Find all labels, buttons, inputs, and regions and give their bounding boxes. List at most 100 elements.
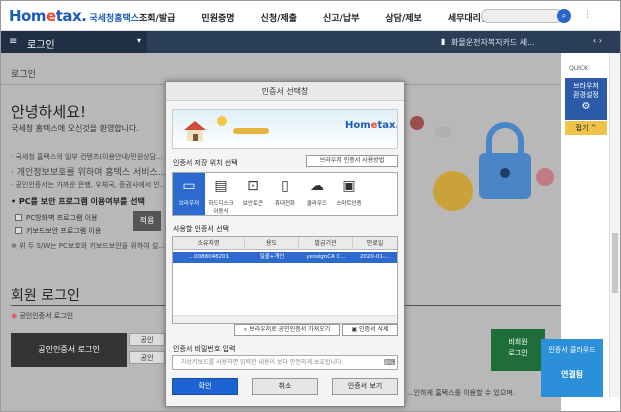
import-cert-button[interactable]: ⌕ 브라우저로 공인인증서 가져오기 (234, 324, 340, 336)
cert-issuer: yessignCA C... (306, 254, 346, 260)
howto-button[interactable]: 브라우저 인증서 사용방법 (306, 155, 398, 167)
gnb-item[interactable]: 조회/발급 (139, 11, 175, 24)
location-browser[interactable]: ▭ 브라우저 (173, 173, 205, 215)
column-header[interactable]: 만료일 (353, 237, 397, 249)
search-input[interactable] (481, 9, 563, 23)
column-header[interactable]: 발급기관 (299, 237, 353, 249)
browser-icon: ▭ (182, 178, 196, 194)
notice-arrows[interactable]: ‹ › (593, 36, 602, 45)
greeting-subtitle: 국세청 홈택스에 오신것을 환영합니다. (11, 124, 139, 133)
quick-label: QUICK (569, 65, 589, 72)
cancel-button[interactable]: 취소 (252, 378, 318, 395)
gnb-item[interactable]: 민원증명 (201, 11, 234, 24)
confirm-button[interactable]: 확인 (172, 378, 238, 395)
view-cert-button[interactable]: 인증서 보기 (332, 378, 398, 395)
browser-settings-button[interactable]: 브라우저 환경설정 ⚙ (565, 78, 607, 120)
notice-icon: ▮ (441, 37, 446, 46)
menu-icon: ≡ (9, 36, 18, 47)
sitemap-icon[interactable]: ⋮ (583, 10, 592, 20)
browser-frame: Hometax. 국세청홈택스 조회/발급 민원증명 신청/제출 신고/납부 상… (0, 0, 621, 412)
location-harddisk[interactable]: ▤ 하드디스크 이동식 (205, 173, 237, 215)
gnb-item[interactable]: 신청/제출 (261, 11, 297, 24)
cloud-badge-title: 인증서 클라우드 (548, 346, 596, 354)
member-login-heading: 회원 로그인 (11, 288, 80, 304)
emoji-red-icon (410, 116, 424, 130)
bubble-icon (536, 168, 554, 186)
gear-icon: ⚙ (581, 101, 591, 112)
top-header: Hometax. 국세청홈택스 조회/발급 민원증명 신청/제출 신고/납부 상… (1, 1, 620, 31)
logo-subtitle: 국세청홈택스 (89, 14, 140, 24)
cert-expire: 2020-01-... (359, 254, 391, 260)
location-token[interactable]: ⊡ 보안토큰 (237, 173, 269, 215)
footer-note: ...인하게 홈택스를 이용할 수 있으며. (407, 389, 515, 397)
column-header[interactable]: 소유자명 (173, 237, 245, 249)
virtual-keyboard-icon[interactable]: ⌨ (384, 358, 396, 367)
search-icon[interactable]: ⌕ (557, 9, 571, 23)
checkbox-icon (15, 214, 22, 221)
dialog-title: 인증서 선택창 (166, 82, 404, 101)
info-bullet: · 국세청 홈택스의 일부 컨텐츠(이용안내/민원상담... (11, 153, 163, 161)
location-phone[interactable]: ▯ 휴대전화 (269, 173, 301, 215)
page-title: 로그인 (11, 70, 36, 80)
table-header: 소유자명 용도 발급기관 만료일 (173, 237, 397, 250)
security-note: ※ 위 두 S/W는 PC보호와 키보드보안을 위하여 설... (11, 242, 165, 250)
gnb-item[interactable]: 신고/납부 (323, 11, 359, 24)
table-scrollbar[interactable] (173, 315, 397, 323)
keyhole-icon (500, 168, 510, 178)
cert-login-button[interactable]: 공인인증서 로그인 (11, 333, 127, 367)
cert-login-radio[interactable]: ◉ 공인인증서 로그인 (11, 311, 73, 321)
cert-cloud-badge[interactable]: 인증서 클라우드 연결됨 (541, 339, 603, 397)
harddisk-icon: ▤ (214, 178, 228, 194)
cert-select-dialog: 인증서 선택창 Hometax. 인증서 저장 위치 선택 브라우저 인증서 사… (165, 81, 405, 407)
guest-login-label: 비회원 (508, 338, 528, 346)
password-input[interactable]: 가상키보드를 사용하면 입력한 내용이 보다 안전하게 보호됩니다. (172, 355, 398, 370)
table-row[interactable]: ...0088048201 일괄+개인 yessignCA C... 2020-… (173, 252, 397, 263)
gnb-item[interactable]: 상담/제보 (385, 11, 421, 24)
chevron-down-icon: ▾ (137, 36, 142, 45)
joint-cert-button[interactable]: 공인 (129, 333, 165, 346)
joint-cert-button[interactable]: 공인 (129, 351, 165, 364)
global-nav: 조회/발급 민원증명 신청/제출 신고/납부 상담/제보 세무대리인 (139, 11, 515, 24)
apply-button[interactable]: 적용 (133, 211, 161, 231)
checkbox-icon (15, 227, 22, 234)
cloud-badge-status: 연결됨 (560, 370, 584, 379)
cert-list-heading: 사용할 인증서 선택 (173, 225, 229, 233)
house-icon (184, 121, 206, 141)
scrollbar[interactable] (609, 53, 620, 397)
cert-table: 소유자명 용도 발급기관 만료일 ...0088048201 일괄+개인 yes… (172, 236, 398, 324)
cert-usage: 일괄+개인 (259, 254, 285, 260)
guest-login-button[interactable]: 비회원 로그인 (491, 329, 545, 371)
column-header[interactable]: 용도 (245, 237, 299, 249)
lock-shackle-icon (486, 122, 524, 153)
info-bullet: · 공인인증서는 가까운 은행, 우체국, 증권사에서 인... (11, 181, 167, 189)
sun-icon (217, 116, 227, 126)
keyboard-security-checkbox[interactable]: 키보드보안 프로그램 이용 (15, 226, 101, 236)
cloud-shape-icon (435, 127, 451, 137)
token-icon: ⊡ (247, 178, 259, 194)
security-heading: • PC를 보안 프로그램 이용여부를 선택 (11, 197, 145, 206)
banner-logo: Hometax. (345, 120, 398, 131)
phone-icon: ▯ (281, 178, 289, 194)
scrollbar-thumb[interactable] (612, 233, 618, 293)
hometax-logo[interactable]: Hometax. 국세청홈택스 (9, 7, 139, 25)
key-icon (233, 128, 269, 134)
trash-icon: ▣ (351, 326, 360, 333)
notice-text[interactable]: 화물운전자복지카드 세... (451, 37, 535, 48)
delete-cert-button[interactable]: ▣ 인증서 삭제 (342, 324, 398, 336)
cloud-icon: ☁ (310, 178, 324, 194)
location-smartcert[interactable]: ▣ 스마트인증 (333, 173, 365, 215)
menu-label: 로그인 (27, 40, 55, 51)
dialog-banner: Hometax. (172, 109, 398, 149)
cert-owner: ...0088048201 (188, 254, 230, 260)
smartcert-icon: ▣ (342, 178, 356, 194)
info-bullet: · 개인정보보호를 위하여 홈택스 서비스... (11, 168, 167, 178)
lock-illustration (410, 116, 554, 211)
guest-login-label: 로그인 (508, 349, 528, 357)
sub-navbar: ≡ 로그인 ▾ ▮ 화물운전자복지카드 세... ‹ › (1, 31, 620, 53)
collapse-button[interactable]: 접기 ^ (565, 121, 607, 135)
location-cloud[interactable]: ☁ 클라우드 (301, 173, 333, 215)
greeting-heading: 안녕하세요! (11, 103, 87, 121)
menu-dropdown[interactable]: ≡ 로그인 ▾ (1, 31, 147, 53)
location-options: ▭ 브라우저 ▤ 하드디스크 이동식 ⊡ 보안토큰 ▯ 휴대전화 ☁ 클라우드 ▣ 스마트인… (172, 172, 398, 216)
firewall-checkbox[interactable]: PC방화벽 프로그램 이용 (15, 213, 98, 223)
